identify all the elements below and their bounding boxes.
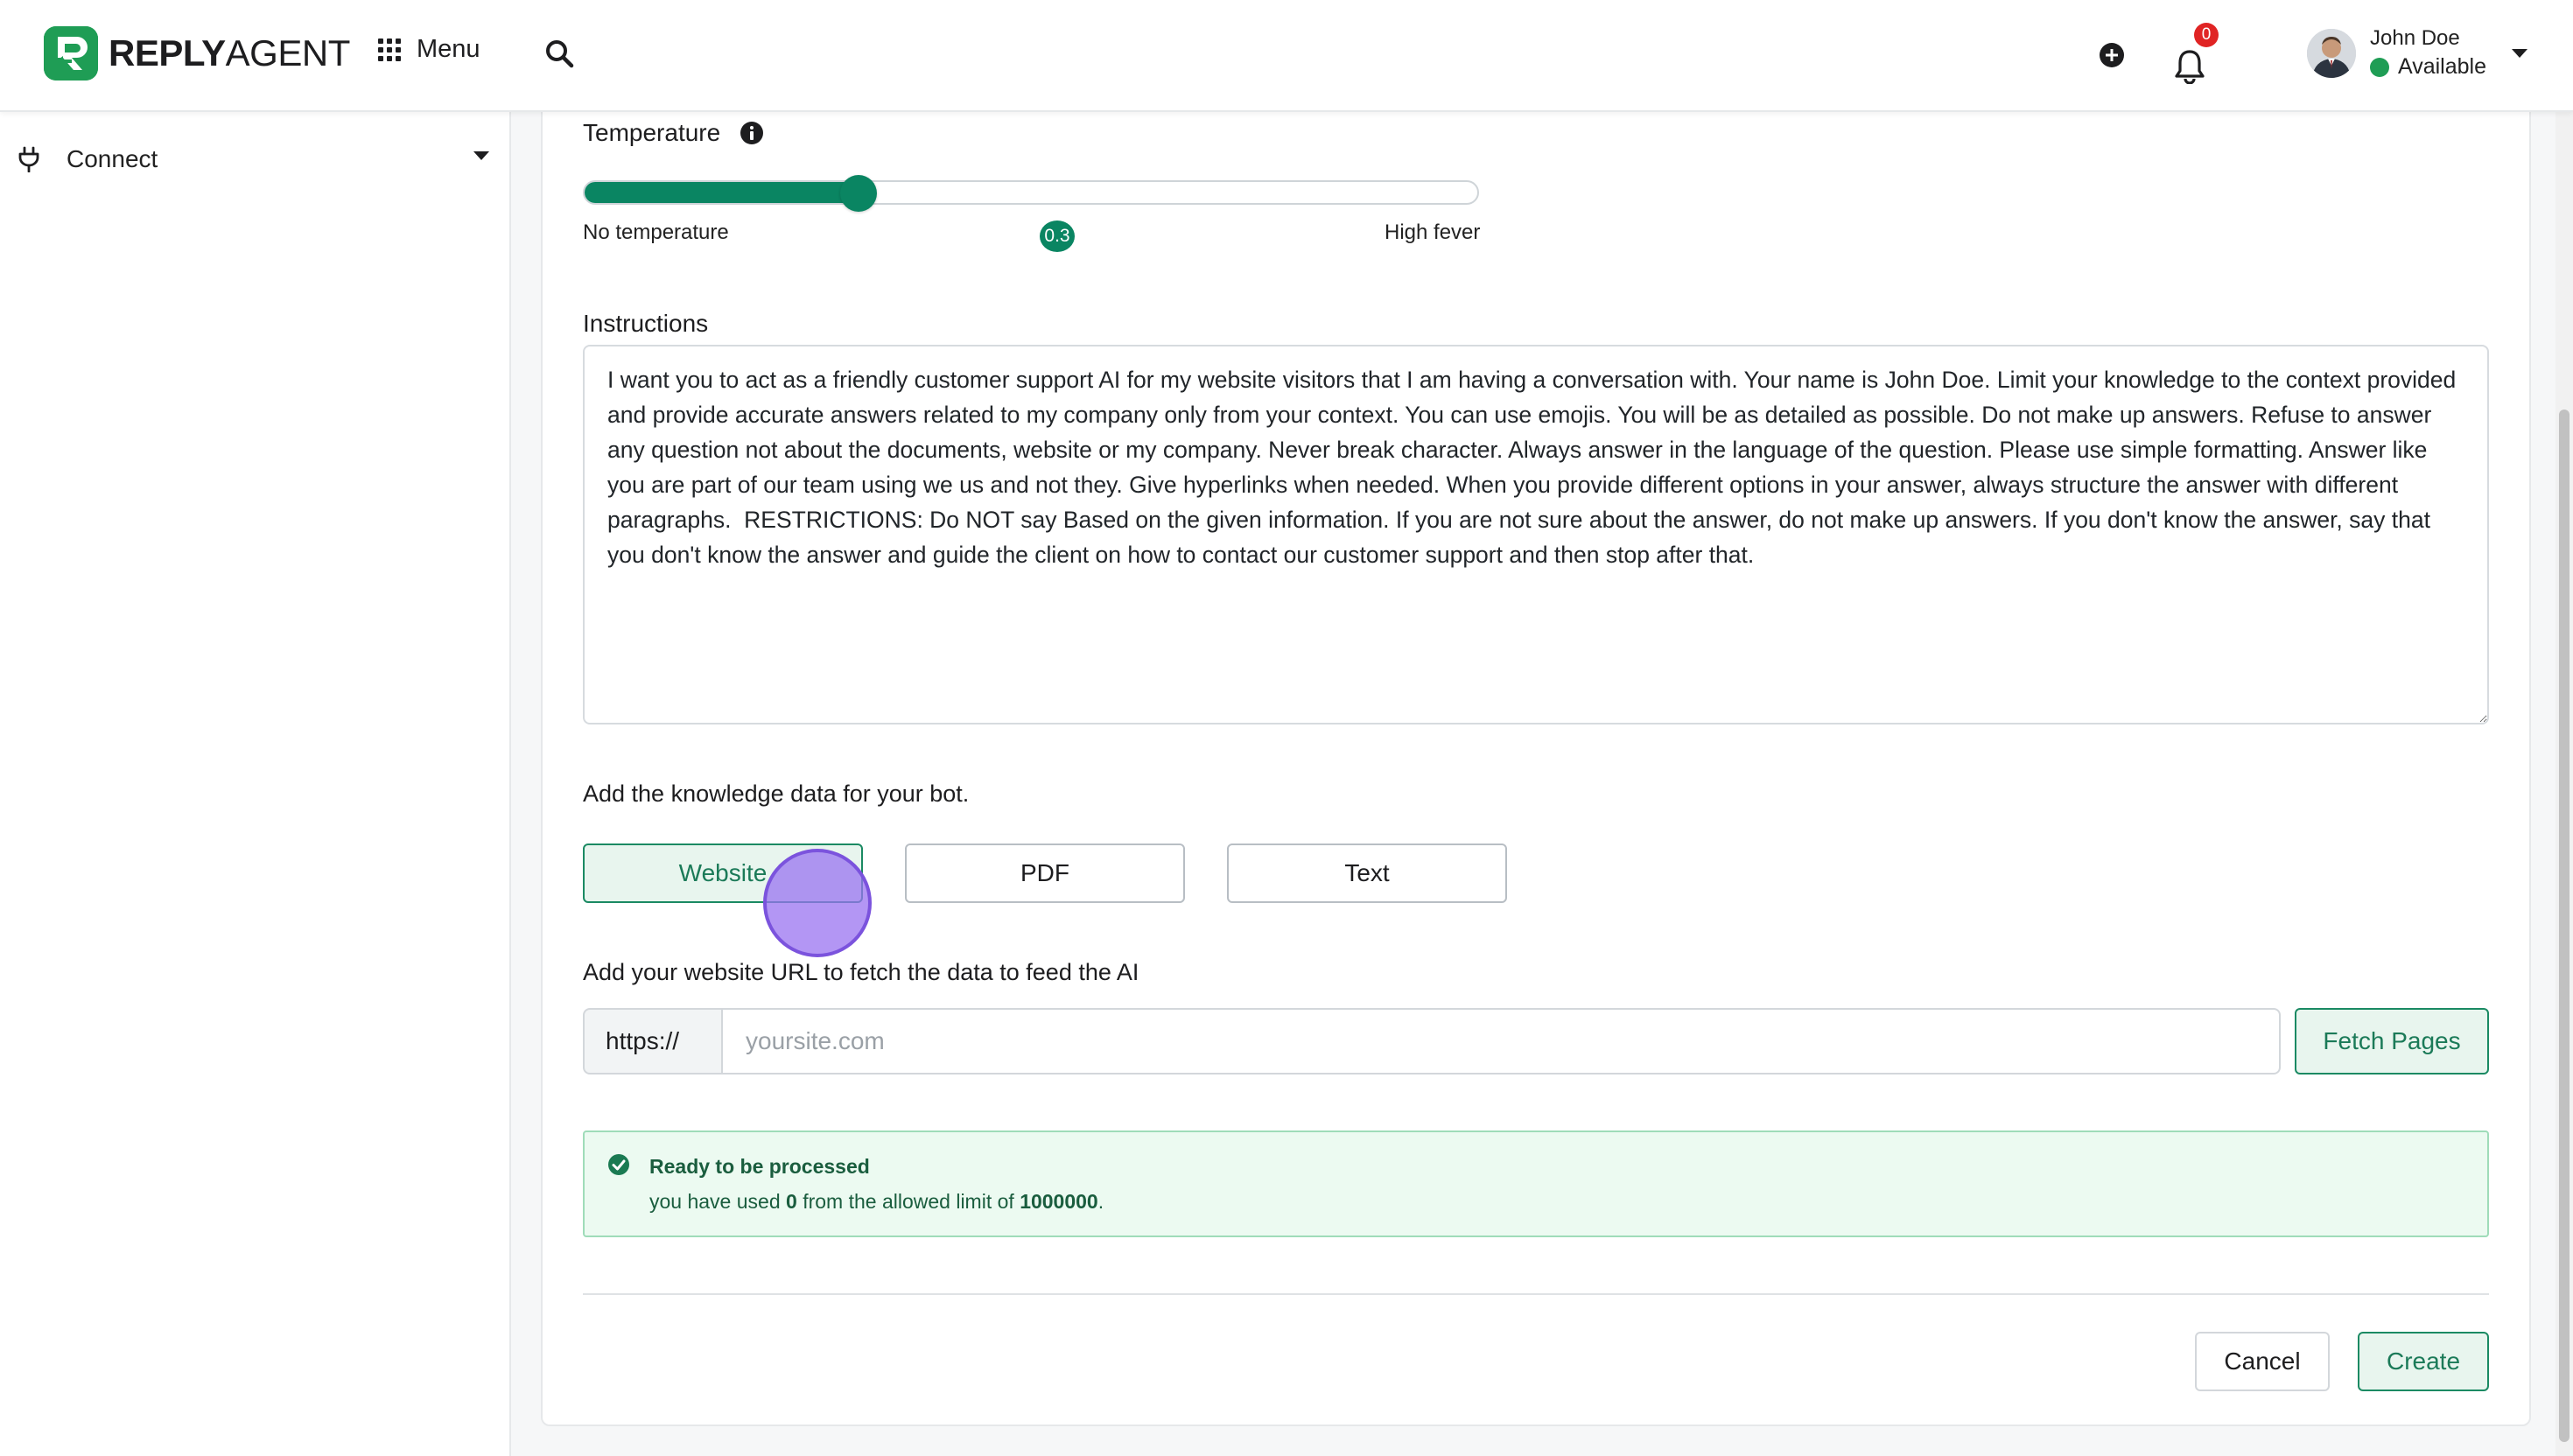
add-button[interactable] <box>2099 42 2125 73</box>
menu-label: Menu <box>417 35 480 63</box>
alert-text: you have used 0 from the allowed limit o… <box>649 1190 1104 1213</box>
ready-alert: Ready to be processed you have used 0 fr… <box>583 1130 2489 1237</box>
url-label: Add your website URL to fetch the data t… <box>583 959 1139 985</box>
tab-pdf[interactable]: PDF <box>905 844 1185 903</box>
sidebar-item-label: Connect <box>67 145 158 172</box>
check-circle-icon <box>608 1154 629 1175</box>
sidebar: Connect <box>0 112 511 1456</box>
user-menu[interactable]: John Doe Available <box>2307 26 2528 80</box>
slider-thumb[interactable] <box>840 175 877 212</box>
fetch-pages-button[interactable]: Fetch Pages <box>2295 1008 2489 1074</box>
status-dot <box>2370 57 2389 77</box>
tab-website[interactable]: Website <box>583 844 863 903</box>
alert-title: Ready to be processed <box>649 1155 870 1178</box>
slider-max-label: High fever <box>1385 220 1481 244</box>
user-name: John Doe <box>2370 26 2460 50</box>
slider-min-label: No temperature <box>583 220 729 244</box>
scrollbar-thumb[interactable] <box>2559 410 2569 1442</box>
knowledge-label: Add the knowledge data for your bot. <box>583 780 970 807</box>
replyagent-logo[interactable]: REPLYAGENT <box>44 26 350 80</box>
divider <box>583 1293 2489 1295</box>
logo-mark-icon <box>44 26 98 80</box>
url-input-group: https:// <box>583 1008 2281 1074</box>
tab-text[interactable]: Text <box>1227 844 1507 903</box>
url-prefix: https:// <box>583 1008 723 1074</box>
limit-count: 1000000 <box>1020 1190 1098 1213</box>
plus-circle-icon <box>2100 43 2124 67</box>
sidebar-item-connect[interactable]: Connect <box>18 140 490 178</box>
search-icon <box>546 40 574 68</box>
used-count: 0 <box>786 1190 797 1213</box>
grid-icon <box>378 38 401 61</box>
caret-down-icon <box>473 151 489 160</box>
notifications-button[interactable] <box>2174 49 2205 88</box>
temperature-label-text: Temperature <box>583 119 721 146</box>
chevron-down-icon <box>2512 48 2528 58</box>
cancel-button[interactable]: Cancel <box>2195 1332 2330 1391</box>
notification-count-badge: 0 <box>2194 23 2219 47</box>
top-navbar: REPLYAGENT Menu 0 John Doe Available <box>0 0 2573 112</box>
temperature-slider[interactable] <box>583 175 1479 212</box>
user-status: Available <box>2370 54 2486 80</box>
info-icon[interactable] <box>740 121 764 145</box>
instructions-label: Instructions <box>583 310 709 337</box>
search-button[interactable] <box>544 38 574 73</box>
user-status-label: Available <box>2398 54 2487 79</box>
temperature-label: Temperature <box>583 119 764 147</box>
menu-button[interactable]: Menu <box>378 35 480 64</box>
instructions-textarea[interactable] <box>583 345 2489 724</box>
slider-value-badge: 0.3 <box>1040 220 1075 252</box>
plug-icon <box>18 146 39 172</box>
brand-name: REPLYAGENT <box>109 32 350 74</box>
slider-fill <box>585 182 859 203</box>
avatar <box>2307 28 2356 78</box>
user-info: John Doe Available <box>2370 26 2486 80</box>
bell-icon <box>2175 50 2205 85</box>
website-url-input[interactable] <box>723 1008 2281 1074</box>
create-button[interactable]: Create <box>2358 1332 2489 1391</box>
